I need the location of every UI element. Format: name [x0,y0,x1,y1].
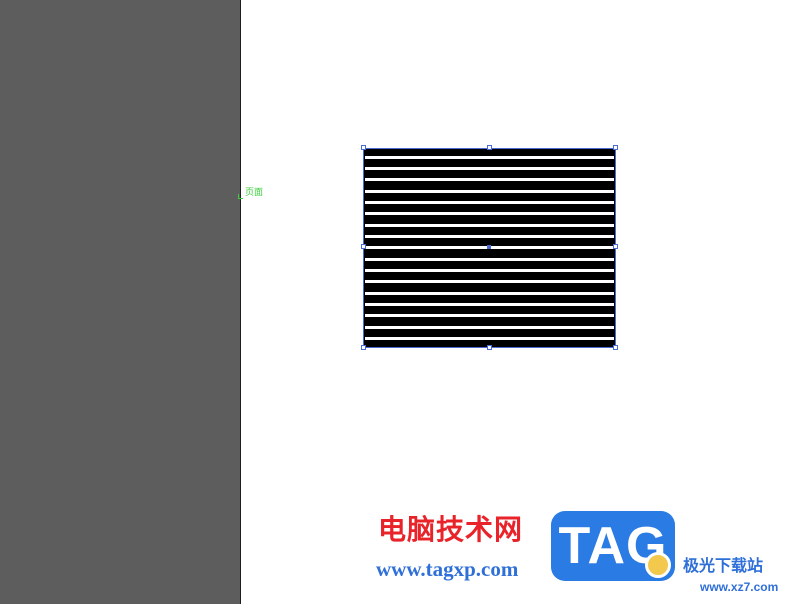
artboard-window: 页面 电脑技术网 www.tagxp.com TAG 极光下载站 www.xz7… [0,0,801,604]
partner-site-url: www.xz7.com [700,580,779,594]
stripe-line [365,326,614,329]
page-origin-marker-icon [238,194,243,199]
stripe-line [365,235,614,238]
selection-center-point [487,245,491,249]
handle-middle-left[interactable] [361,244,366,249]
stripe-line [365,178,614,181]
handle-bottom-center[interactable] [487,345,492,350]
stripe-line [365,212,614,215]
handle-middle-right[interactable] [613,244,618,249]
stripe-line [365,156,614,159]
stripe-line [365,280,614,283]
stripe-line [365,258,614,261]
handle-top-right[interactable] [613,145,618,150]
handle-top-center[interactable] [487,145,492,150]
page-label-text: 页面 [245,188,264,198]
stripe-line [365,337,614,340]
stripe-line [365,303,614,306]
stripe-line [365,314,614,317]
watermark-site-url: www.tagxp.com [376,557,519,581]
watermark-site-name: 电脑技术网 [378,513,524,546]
partner-site-name: 极光下载站 [683,556,764,575]
stripe-line [365,167,614,170]
partner-logo-icon [645,552,671,578]
stripe-line [365,269,614,272]
handle-top-left[interactable] [361,145,366,150]
stripe-line [365,224,614,227]
handle-bottom-left[interactable] [361,345,366,350]
pasteboard[interactable] [0,0,240,604]
handle-bottom-right[interactable] [613,345,618,350]
stripe-line [365,292,614,295]
page-label: 页面 [238,188,263,199]
stripe-line [365,201,614,204]
stripe-line [365,190,614,193]
